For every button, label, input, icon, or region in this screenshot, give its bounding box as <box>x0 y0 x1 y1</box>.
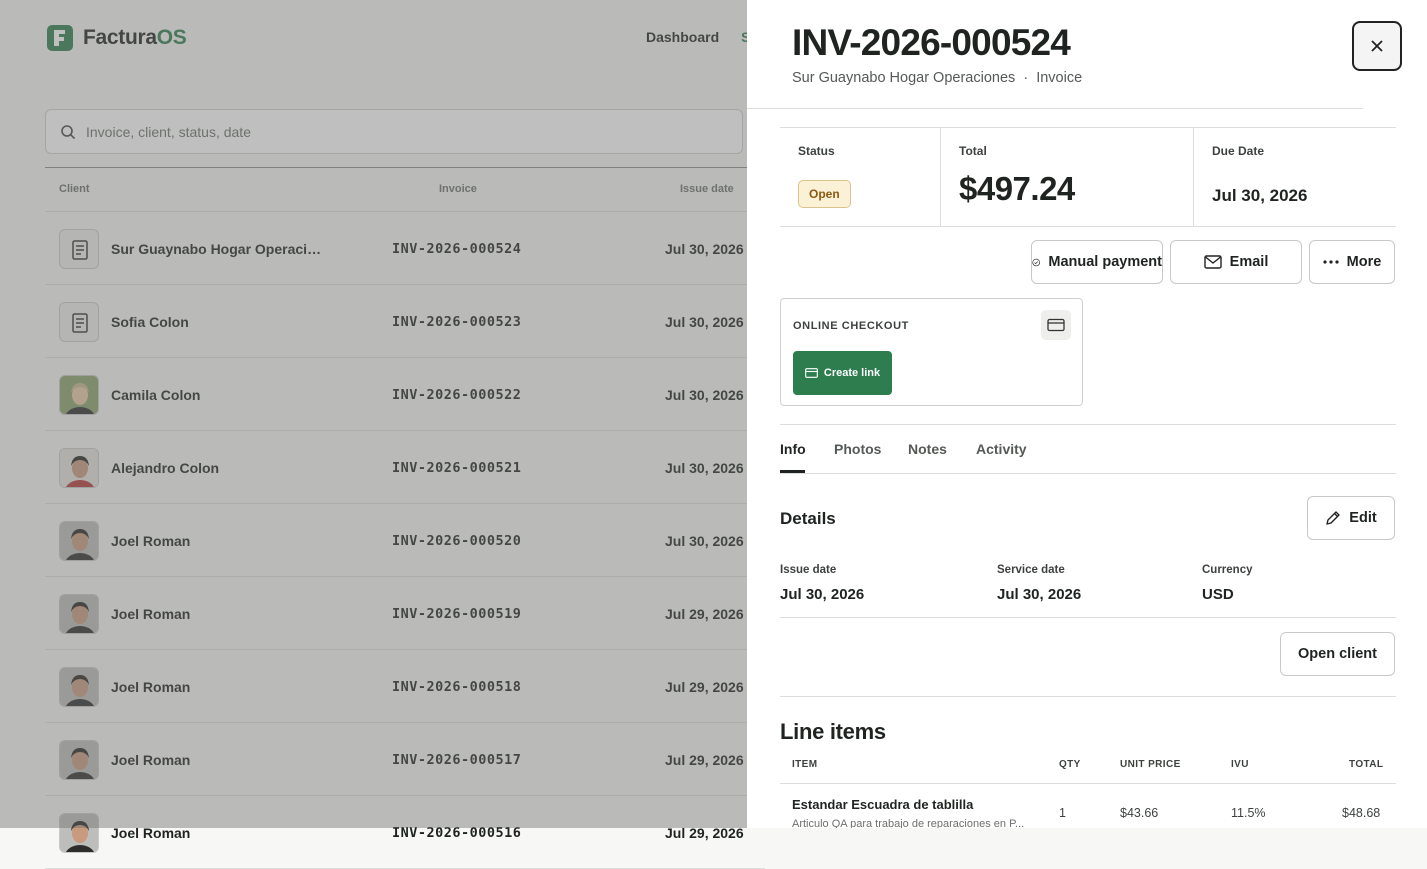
col-ivu: IVU <box>1231 759 1249 770</box>
line-item-description: Articulo QA para trabajo de reparaciones… <box>792 818 1025 828</box>
line-item-name: Estandar Escuadra de tablilla <box>792 797 974 812</box>
credit-card-icon <box>1041 310 1071 340</box>
more-button[interactable]: More <box>1309 240 1395 284</box>
pencil-icon <box>1326 511 1340 525</box>
line-item-total: $48.68 <box>1342 806 1381 820</box>
manual-payment-button[interactable]: Manual payment <box>1031 240 1163 284</box>
manual-payment-label: Manual payment <box>1048 254 1162 270</box>
close-button[interactable] <box>1352 21 1402 71</box>
credit-card-icon <box>805 368 818 378</box>
detail-tabs: Info Photos Notes Activity <box>780 424 1396 474</box>
service-date-label: Service date <box>997 564 1065 576</box>
total-label: Total <box>959 144 987 158</box>
tab-notes[interactable]: Notes <box>908 441 947 457</box>
more-icon <box>1323 260 1339 264</box>
active-tab-indicator <box>780 470 805 473</box>
currency-value: USD <box>1202 586 1234 603</box>
issue-date-label: Issue date <box>780 564 837 576</box>
total-value: $497.24 <box>959 170 1075 207</box>
invoice-detail-panel: INV-2026-000524 Sur Guaynabo Hogar Opera… <box>747 0 1427 828</box>
status-cell: Status Open <box>780 128 941 226</box>
tab-photos[interactable]: Photos <box>834 441 881 457</box>
email-button[interactable]: Email <box>1170 240 1302 284</box>
col-unit-price: UNIT PRICE <box>1120 759 1181 770</box>
open-client-label: Open client <box>1298 646 1377 662</box>
line-item-ivu: 11.5% <box>1231 806 1266 820</box>
line-item-unit-price: $43.66 <box>1120 806 1159 820</box>
divider <box>747 108 1363 109</box>
details-heading: Details <box>780 509 836 528</box>
more-label: More <box>1346 254 1382 270</box>
app-background: FacturaOS Dashboard S Client Invoice Iss… <box>0 0 1427 869</box>
edit-button[interactable]: Edit <box>1307 496 1395 540</box>
divider <box>780 696 1396 697</box>
email-label: Email <box>1229 254 1269 270</box>
panel-doc-type: Invoice <box>1036 70 1083 86</box>
open-client-button[interactable]: Open client <box>1280 632 1395 676</box>
line-items-heading: Line items <box>780 719 886 744</box>
close-icon <box>1371 40 1383 52</box>
service-date-value: Jul 30, 2026 <box>997 586 1082 603</box>
online-checkout-card: ONLINE CHECKOUT Create link <box>780 298 1083 406</box>
panel-client: Sur Guaynabo Hogar Operaciones <box>792 70 1016 86</box>
tab-activity[interactable]: Activity <box>976 441 1027 457</box>
issue-date-value: Jul 30, 2026 <box>780 586 865 603</box>
col-item: ITEM <box>792 759 818 770</box>
invoice-summary: Status Open Total $497.24 Due Date Jul 3… <box>780 127 1396 227</box>
currency-label: Currency <box>1202 564 1253 576</box>
due-date-cell: Due Date Jul 30, 2026 <box>1194 128 1396 226</box>
divider <box>780 617 1396 618</box>
due-date-label: Due Date <box>1212 144 1265 158</box>
line-item-row[interactable]: Estandar Escuadra de tablilla Articulo Q… <box>780 785 1396 828</box>
subtitle-separator: · <box>1023 70 1029 86</box>
total-cell: Total $497.24 <box>941 128 1194 226</box>
due-date-value: Jul 30, 2026 <box>1212 186 1308 205</box>
create-link-label: Create link <box>823 367 881 379</box>
col-qty: QTY <box>1059 759 1081 770</box>
panel-subtitle: Sur Guaynabo Hogar Operaciones · Invoice <box>792 70 1082 86</box>
edit-label: Edit <box>1349 510 1377 526</box>
status-label: Status <box>798 144 835 158</box>
check-circle-icon <box>1032 258 1040 266</box>
create-link-button[interactable]: Create link <box>793 351 892 395</box>
status-badge: Open <box>798 180 851 208</box>
online-checkout-label: ONLINE CHECKOUT <box>793 320 909 332</box>
tab-info[interactable]: Info <box>780 441 806 457</box>
col-total: TOTAL <box>1349 759 1384 770</box>
panel-title: INV-2026-000524 <box>792 22 1071 63</box>
line-items-header: ITEM QTY UNIT PRICE IVU TOTAL <box>780 748 1396 784</box>
mail-icon <box>1203 255 1222 269</box>
line-item-qty: 1 <box>1059 806 1066 820</box>
